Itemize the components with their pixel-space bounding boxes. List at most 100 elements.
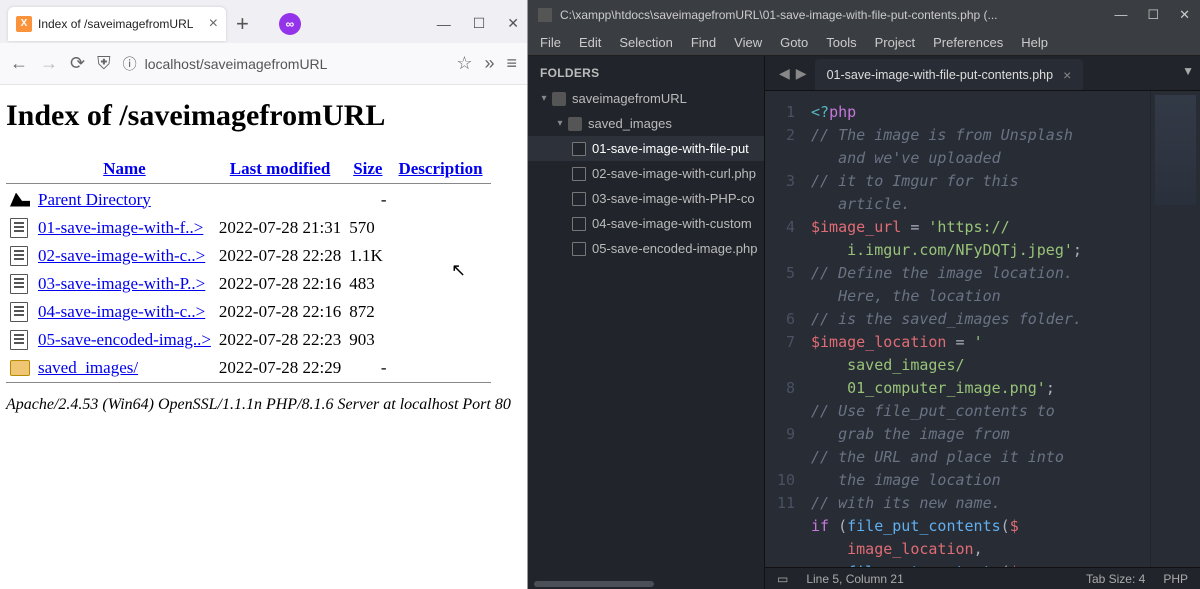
close-window-icon[interactable]: ✕ xyxy=(1179,7,1190,23)
editor-tabs: ◀ ▶ 01-save-image-with-file-put-contents.… xyxy=(765,56,1200,91)
directory-listing: Name Last modified Size Description Pare… xyxy=(6,155,491,384)
file-link[interactable]: 05-save-encoded-imag..> xyxy=(38,330,211,349)
file-link[interactable]: 04-save-image-with-c..> xyxy=(38,302,205,321)
reload-button[interactable]: ⟳ xyxy=(70,53,85,74)
tree-folder[interactable]: ▾saved_images xyxy=(528,111,764,136)
firefox-titlebar: X Index of /saveimagefromURL × + ∞ — ☐ ✕ xyxy=(0,0,527,43)
folder-icon xyxy=(10,360,30,376)
menu-find[interactable]: Find xyxy=(691,35,716,50)
folder-icon xyxy=(568,117,582,131)
menu-edit[interactable]: Edit xyxy=(579,35,601,50)
file-icon xyxy=(572,192,586,206)
close-tab-icon[interactable]: × xyxy=(209,15,218,33)
tree-folder-root[interactable]: ▾saveimagefromURL xyxy=(528,86,764,111)
parent-dir-link[interactable]: Parent Directory xyxy=(38,190,151,209)
tree-file[interactable]: 02-save-image-with-curl.php xyxy=(528,161,764,186)
tab-prev-icon[interactable]: ◀ xyxy=(779,65,790,82)
table-row: 05-save-encoded-imag..> 2022-07-28 22:23… xyxy=(6,326,491,354)
sidebar-header: FOLDERS xyxy=(528,56,764,86)
status-tabsize[interactable]: Tab Size: 4 xyxy=(1086,572,1145,586)
app-icon xyxy=(538,8,552,22)
menu-preferences[interactable]: Preferences xyxy=(933,35,1003,50)
status-lang[interactable]: PHP xyxy=(1163,572,1188,586)
favicon-icon: X xyxy=(16,16,32,32)
minimize-icon[interactable]: — xyxy=(437,16,451,32)
col-modified[interactable]: Last modified xyxy=(215,155,345,184)
file-icon xyxy=(10,330,28,350)
file-icon xyxy=(10,274,28,294)
parent-dir-icon xyxy=(10,193,30,207)
close-tab-icon[interactable]: × xyxy=(1063,67,1071,83)
menu-file[interactable]: File xyxy=(540,35,561,50)
window-title: C:\xampp\htdocs\saveimagefromURL\01-save… xyxy=(560,8,998,22)
tree-file[interactable]: 01-save-image-with-file-put xyxy=(528,136,764,161)
sublime-window: C:\xampp\htdocs\saveimagefromURL\01-save… xyxy=(528,0,1200,589)
forward-button[interactable]: → xyxy=(40,53,58,74)
table-row: saved_images/ 2022-07-28 22:29 - xyxy=(6,354,491,383)
page-title: Index of /saveimagefromURL xyxy=(6,99,521,133)
code-content[interactable]: <?php // The image is from Unsplash and … xyxy=(805,91,1150,567)
menu-help[interactable]: Help xyxy=(1021,35,1048,50)
tree-file[interactable]: 05-save-encoded-image.php xyxy=(528,236,764,261)
menu-view[interactable]: View xyxy=(734,35,762,50)
status-bar: ▭ Line 5, Column 21 Tab Size: 4 PHP xyxy=(765,567,1200,589)
table-row: 01-save-image-with-f..> 2022-07-28 21:31… xyxy=(6,214,491,242)
address-bar[interactable]: ⓘ localhost/saveimagefromURL xyxy=(123,54,445,74)
code-editor[interactable]: 12 3 4 5 67 8 9 1011 <?php // The image … xyxy=(765,91,1200,567)
folder-link[interactable]: saved_images/ xyxy=(38,358,138,377)
col-size[interactable]: Size xyxy=(345,155,390,184)
page-content: Index of /saveimagefromURL Name Last mod… xyxy=(0,85,527,589)
file-link[interactable]: 03-save-image-with-P..> xyxy=(38,274,205,293)
col-desc[interactable]: Description xyxy=(390,155,490,184)
folder-icon xyxy=(552,92,566,106)
tab-title: Index of /saveimagefromURL xyxy=(38,17,205,31)
extension-icon[interactable]: ∞ xyxy=(279,13,301,35)
menu-selection[interactable]: Selection xyxy=(619,35,672,50)
status-cursor: Line 5, Column 21 xyxy=(806,572,903,586)
file-icon xyxy=(572,167,586,181)
bookmark-star-icon[interactable]: ☆ xyxy=(456,53,472,74)
maximize-icon[interactable]: ☐ xyxy=(473,15,486,32)
tree-file[interactable]: 03-save-image-with-PHP-co xyxy=(528,186,764,211)
back-button[interactable]: ← xyxy=(10,53,28,74)
table-row: 04-save-image-with-c..> 2022-07-28 22:16… xyxy=(6,298,491,326)
minimap[interactable] xyxy=(1150,91,1200,567)
col-name[interactable]: Name xyxy=(34,155,215,184)
url-text: localhost/saveimagefromURL xyxy=(145,56,328,72)
line-gutter: 12 3 4 5 67 8 9 1011 xyxy=(765,91,805,567)
menu-goto[interactable]: Goto xyxy=(780,35,808,50)
editor-tab[interactable]: 01-save-image-with-file-put-contents.php… xyxy=(815,59,1084,90)
file-icon xyxy=(10,218,28,238)
menu-bar: File Edit Selection Find View Goto Tools… xyxy=(528,30,1200,56)
menu-project[interactable]: Project xyxy=(875,35,915,50)
file-icon xyxy=(10,246,28,266)
firefox-toolbar: ← → ⟳ ⛨ ⓘ localhost/saveimagefromURL ☆ »… xyxy=(0,43,527,85)
sublime-titlebar: C:\xampp\htdocs\saveimagefromURL\01-save… xyxy=(528,0,1200,30)
sidebar-scrollbar[interactable] xyxy=(528,579,764,589)
sidebar: FOLDERS ▾saveimagefromURL ▾saved_images … xyxy=(528,56,765,589)
table-row: 03-save-image-with-P..> 2022-07-28 22:16… xyxy=(6,270,491,298)
hamburger-menu-icon[interactable]: ≡ xyxy=(506,53,517,74)
browser-tab[interactable]: X Index of /saveimagefromURL × xyxy=(8,7,226,41)
firefox-window: X Index of /saveimagefromURL × + ∞ — ☐ ✕… xyxy=(0,0,528,589)
file-link[interactable]: 02-save-image-with-c..> xyxy=(38,246,205,265)
close-window-icon[interactable]: ✕ xyxy=(507,15,519,32)
file-link[interactable]: 01-save-image-with-f..> xyxy=(38,218,203,237)
new-tab-button[interactable]: + xyxy=(236,11,249,37)
tree-file[interactable]: 04-save-image-with-custom xyxy=(528,211,764,236)
tab-dropdown-icon[interactable]: ▼ xyxy=(1182,64,1194,78)
tab-next-icon[interactable]: ▶ xyxy=(796,65,807,82)
file-icon xyxy=(572,242,586,256)
minimize-icon[interactable]: — xyxy=(1114,7,1127,23)
overflow-icon[interactable]: » xyxy=(484,53,494,74)
maximize-icon[interactable]: ☐ xyxy=(1147,7,1159,23)
file-size: 570 xyxy=(345,214,390,242)
shield-icon[interactable]: ⛨ xyxy=(97,53,111,74)
file-icon xyxy=(10,302,28,322)
file-icon xyxy=(572,142,586,156)
menu-tools[interactable]: Tools xyxy=(826,35,856,50)
lock-icon: ⓘ xyxy=(123,54,137,74)
status-panel-icon[interactable]: ▭ xyxy=(777,572,788,586)
file-modified: 2022-07-28 21:31 xyxy=(215,214,345,242)
table-row: 02-save-image-with-c..> 2022-07-28 22:28… xyxy=(6,242,491,270)
